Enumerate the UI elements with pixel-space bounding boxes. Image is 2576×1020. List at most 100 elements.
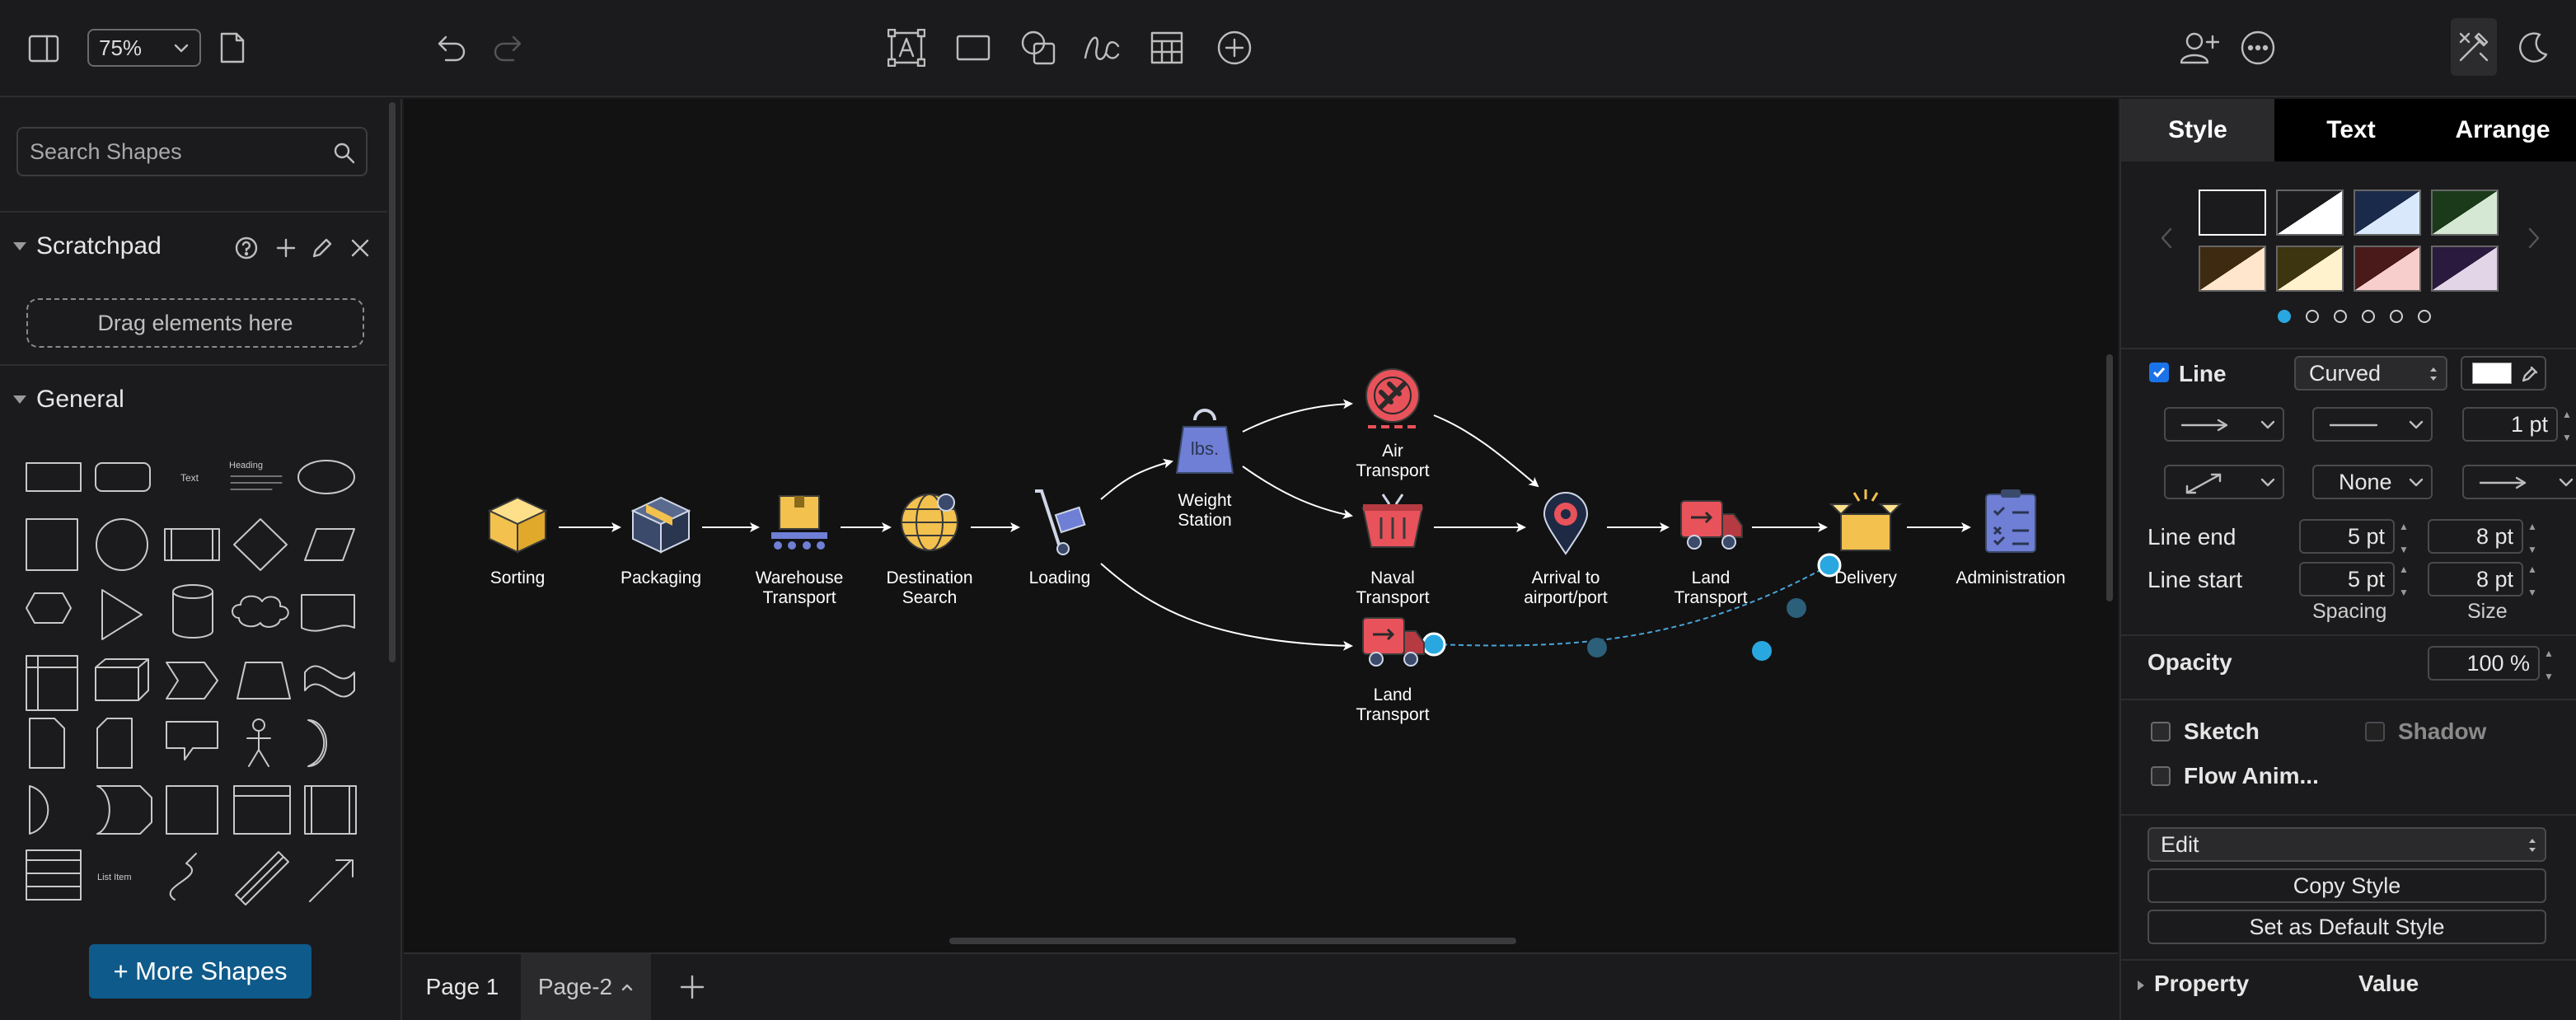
node-naval[interactable]: NavalTransport bbox=[1356, 494, 1430, 607]
redo-icon[interactable] bbox=[489, 30, 527, 68]
node-land2[interactable]: LandTransport bbox=[1356, 617, 1430, 724]
search-input[interactable]: Search Shapes bbox=[16, 127, 368, 176]
more-icon[interactable] bbox=[2238, 28, 2278, 68]
opacity-stepper[interactable]: ▲ ▼ bbox=[2541, 648, 2556, 682]
page-icon[interactable] bbox=[216, 28, 249, 68]
line-style-select[interactable]: Curved bbox=[2294, 356, 2447, 391]
zoom-select[interactable]: 75% bbox=[87, 29, 201, 67]
edit-select[interactable]: Edit bbox=[2147, 827, 2546, 862]
line-end-spacing-stepper[interactable]: ▲ ▼ bbox=[2396, 521, 2411, 555]
swatch-page-dot[interactable] bbox=[2418, 310, 2431, 323]
rectangle-icon[interactable] bbox=[954, 31, 992, 64]
help-icon[interactable] bbox=[234, 236, 259, 260]
tab-text[interactable]: Text bbox=[2274, 99, 2428, 161]
opacity-input[interactable]: 100 % ▲ ▼ bbox=[2428, 646, 2554, 682]
line-width-stepper[interactable]: ▲ ▼ bbox=[2560, 409, 2574, 443]
dark-mode-icon[interactable] bbox=[2513, 28, 2553, 68]
canvas-v-scrollbar[interactable] bbox=[2106, 354, 2113, 601]
swatch-page-dot[interactable] bbox=[2334, 310, 2347, 323]
shape-palette[interactable]: Text Heading List Item bbox=[16, 428, 363, 939]
line-start-size-input[interactable]: 8 pt ▲ ▼ bbox=[2428, 562, 2537, 598]
swatch-page-dot[interactable] bbox=[2306, 310, 2319, 323]
freehand-icon[interactable] bbox=[1081, 28, 1122, 68]
node-weight[interactable]: lbs. WeightStation bbox=[1175, 409, 1234, 530]
line-end-size-input[interactable]: 8 pt ▲ ▼ bbox=[2428, 519, 2537, 555]
add-icon[interactable] bbox=[274, 236, 298, 260]
line-color-button[interactable] bbox=[2461, 356, 2546, 391]
style-swatch[interactable] bbox=[2354, 189, 2421, 236]
line-start-value: None bbox=[2339, 469, 2392, 494]
style-swatch[interactable] bbox=[2431, 189, 2499, 236]
line-start-spacing-input[interactable]: 5 pt ▲ ▼ bbox=[2299, 562, 2409, 598]
edit-icon[interactable] bbox=[310, 236, 335, 260]
table-icon[interactable] bbox=[1147, 28, 1187, 68]
style-swatch[interactable] bbox=[2199, 246, 2266, 292]
style-swatch[interactable] bbox=[2199, 189, 2266, 236]
line-start-select[interactable]: None bbox=[2312, 465, 2433, 499]
line-width-input[interactable]: 1 pt ▲ ▼ bbox=[2462, 407, 2572, 443]
scratchpad-dropzone[interactable]: Drag elements here bbox=[26, 298, 364, 348]
style-swatch[interactable] bbox=[2354, 246, 2421, 292]
swatch-page-dot[interactable] bbox=[2362, 310, 2375, 323]
chevron-left-icon[interactable] bbox=[2157, 226, 2176, 250]
undo-icon[interactable] bbox=[432, 30, 470, 68]
diagram-canvas[interactable]: Sorting Packaging Warehouse Transport Destin… bbox=[404, 99, 2118, 952]
line-checkbox[interactable] bbox=[2149, 363, 2169, 382]
insert-icon[interactable] bbox=[1215, 28, 1254, 68]
logistics-flow-diagram[interactable]: Sorting Packaging WarehouseTransport Destin… bbox=[404, 99, 2118, 952]
node-sorting[interactable]: Sorting bbox=[487, 496, 548, 587]
connectors[interactable] bbox=[559, 399, 1971, 651]
add-page-button[interactable] bbox=[667, 954, 717, 1020]
set-default-style-button[interactable]: Set as Default Style bbox=[2147, 910, 2546, 944]
shadow-checkbox[interactable] bbox=[2365, 722, 2385, 742]
node-destination[interactable]: DestinationSearch bbox=[886, 494, 973, 607]
swatch-page-dot[interactable] bbox=[2390, 310, 2403, 323]
flow-animation-checkbox[interactable] bbox=[2151, 766, 2171, 786]
node-packaging[interactable]: Packaging bbox=[621, 496, 701, 587]
tab-page-1[interactable]: Page 1 bbox=[404, 954, 521, 1020]
node-admin[interactable]: Administration bbox=[1955, 489, 2066, 587]
collapse-icon[interactable] bbox=[13, 395, 26, 404]
more-shapes-button[interactable]: + More Shapes bbox=[89, 944, 311, 999]
canvas-h-scrollbar[interactable] bbox=[949, 938, 1516, 944]
sidebar-scrollbar[interactable] bbox=[389, 102, 396, 662]
collapse-icon[interactable] bbox=[13, 242, 26, 250]
close-icon[interactable] bbox=[348, 236, 372, 260]
eyedropper-icon[interactable] bbox=[2520, 364, 2540, 384]
share-icon[interactable] bbox=[2177, 28, 2220, 68]
style-swatch[interactable] bbox=[2431, 246, 2499, 292]
tab-style[interactable]: Style bbox=[2121, 99, 2274, 161]
swatch-page-dot[interactable] bbox=[2278, 310, 2291, 323]
chevron-right-icon[interactable] bbox=[2525, 226, 2543, 250]
dash-pattern-select[interactable] bbox=[2312, 407, 2433, 442]
node-arrival[interactable]: Arrival toairport/port bbox=[1524, 492, 1608, 607]
copy-style-button[interactable]: Copy Style bbox=[2147, 868, 2546, 903]
line-start-size-stepper[interactable]: ▲ ▼ bbox=[2525, 564, 2540, 598]
diagram-nodes[interactable]: Sorting Packaging WarehouseTransport Destin… bbox=[487, 368, 2066, 724]
node-loading[interactable]: Loading bbox=[1029, 489, 1091, 587]
shapes-icon[interactable] bbox=[1019, 28, 1058, 68]
node-warehouse[interactable]: WarehouseTransport bbox=[756, 495, 844, 607]
tab-arrange[interactable]: Arrange bbox=[2428, 99, 2576, 161]
chevron-up-icon[interactable] bbox=[621, 982, 634, 992]
arrow-pattern-select[interactable] bbox=[2164, 407, 2284, 442]
text-icon[interactable] bbox=[887, 28, 926, 68]
node-delivery[interactable]: Delivery bbox=[1829, 489, 1903, 587]
waypoint-style-select[interactable] bbox=[2164, 465, 2284, 499]
sketch-checkbox[interactable] bbox=[2151, 722, 2171, 742]
edit-style-icon[interactable] bbox=[2451, 18, 2497, 76]
node-air[interactable]: AirTransport bbox=[1356, 368, 1430, 480]
line-end-size-stepper[interactable]: ▲ ▼ bbox=[2525, 521, 2540, 555]
style-swatch[interactable] bbox=[2276, 189, 2344, 236]
line-start-spacing-stepper[interactable]: ▲ ▼ bbox=[2396, 564, 2411, 598]
scratchpad-header[interactable]: Scratchpad bbox=[0, 211, 387, 280]
expand-icon[interactable] bbox=[2136, 979, 2146, 992]
property-table-header[interactable]: Property Value bbox=[2121, 967, 2576, 1004]
line-end-select[interactable] bbox=[2462, 465, 2576, 499]
node-land1[interactable]: LandTransport bbox=[1674, 500, 1748, 607]
general-header[interactable]: General bbox=[0, 364, 387, 433]
format-panel-icon[interactable] bbox=[25, 30, 63, 68]
tab-page-2[interactable]: Page-2 bbox=[521, 954, 651, 1020]
style-swatch[interactable] bbox=[2276, 246, 2344, 292]
line-end-spacing-input[interactable]: 5 pt ▲ ▼ bbox=[2299, 519, 2409, 555]
